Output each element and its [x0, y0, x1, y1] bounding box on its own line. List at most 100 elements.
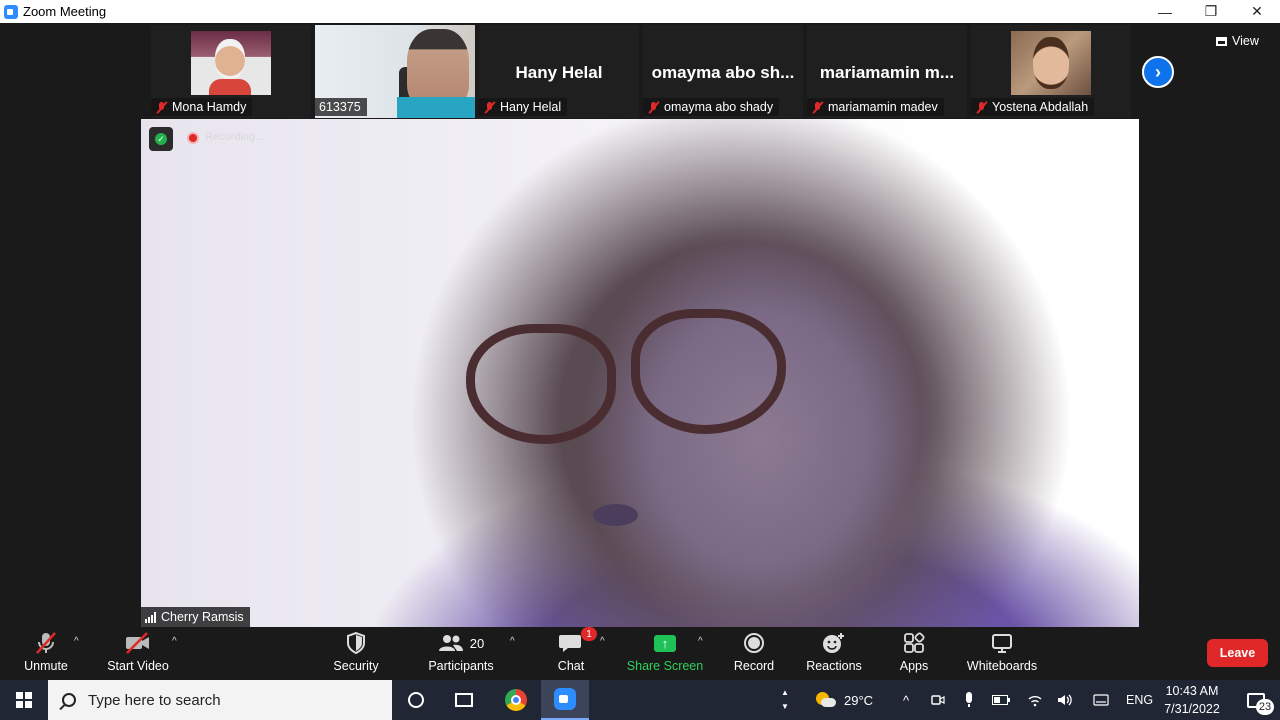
chat-button[interactable]: 1 Chat	[552, 627, 597, 677]
taskbar-clock[interactable]: 10:43 AM 7/31/2022	[1160, 682, 1224, 718]
taskbar-scroll[interactable]: ▲ ▼	[776, 680, 794, 720]
start-button[interactable]	[0, 680, 48, 720]
leave-button[interactable]: Leave	[1207, 639, 1268, 667]
participant-tile[interactable]: 613375	[315, 25, 475, 118]
participant-name: Hany Helal	[500, 100, 562, 114]
participants-label: Participants	[428, 659, 494, 673]
participant-label: mariamamin madev	[807, 98, 944, 116]
minimize-button[interactable]: —	[1142, 0, 1188, 23]
zoom-taskbar-button[interactable]	[541, 680, 589, 720]
language-label: ENG	[1126, 693, 1154, 707]
share-screen-label: Share Screen	[626, 659, 704, 673]
reactions-icon	[822, 631, 846, 655]
share-options-caret[interactable]: ^	[698, 636, 703, 647]
participants-icon: 20	[438, 631, 484, 655]
participant-label: Hany Helal	[479, 98, 568, 116]
show-hidden-icons-button[interactable]: ^	[898, 680, 914, 720]
battery-icon[interactable]	[992, 680, 1010, 720]
mic-muted-icon	[155, 101, 168, 114]
record-icon	[743, 631, 765, 655]
participant-avatar	[1011, 31, 1091, 95]
participant-display-name: mariamamin m...	[819, 63, 955, 82]
input-language-button[interactable]: ENG	[1126, 680, 1153, 720]
microphone-in-use-icon[interactable]	[962, 680, 976, 720]
meeting-area: Mona Hamdy 613375 Hany Helal Hany Helal …	[0, 23, 1280, 627]
window-titlebar: Zoom Meeting — ❐ ✕	[0, 0, 1280, 23]
participant-label: Mona Hamdy	[151, 98, 253, 116]
weather-partly-cloudy-icon	[816, 692, 836, 708]
cortana-button[interactable]	[400, 680, 432, 720]
weather-widget[interactable]: 29°C	[816, 680, 873, 720]
video-speaker-mouth	[593, 504, 638, 526]
share-screen-icon: ↑	[654, 631, 676, 655]
notification-count-badge: 23	[1256, 699, 1274, 715]
record-button[interactable]: Record	[733, 631, 775, 677]
unmute-button[interactable]: Unmute	[18, 631, 74, 677]
chat-options-caret[interactable]: ^	[600, 636, 605, 647]
speaker-label: Cherry Ramsis	[141, 607, 250, 627]
participants-button[interactable]: 20 Participants	[426, 631, 496, 677]
clock-time: 10:43 AM	[1165, 684, 1219, 698]
participant-name: mariamamin madev	[828, 100, 938, 114]
video-off-icon	[124, 631, 152, 655]
restore-button[interactable]: ❐	[1188, 0, 1234, 23]
taskbar-search-box[interactable]: Type here to search	[48, 680, 392, 720]
avatar-face	[1033, 37, 1069, 89]
zoom-app-icon	[4, 4, 18, 19]
microphone-muted-icon	[33, 631, 59, 655]
mic-muted-icon	[483, 101, 496, 114]
participant-display-name: omayma abo sh...	[651, 63, 795, 82]
view-button[interactable]: View	[1216, 32, 1259, 50]
notification-center-button[interactable]: 23	[1236, 680, 1276, 720]
share-screen-button[interactable]: ↑ Share Screen	[626, 631, 704, 677]
speaker-name: Cherry Ramsis	[161, 610, 244, 624]
encryption-shield-icon[interactable]: ✓	[149, 127, 173, 151]
scroll-up-icon[interactable]: ▲	[781, 686, 789, 700]
participants-options-caret[interactable]: ^	[510, 636, 515, 647]
participant-tile[interactable]: mariamamin m... mariamamin madev	[807, 25, 967, 118]
audio-options-caret[interactable]: ^	[74, 636, 79, 647]
window-controls: — ❐ ✕	[1142, 0, 1280, 23]
participant-tile[interactable]: Hany Helal Hany Helal	[479, 25, 639, 118]
participant-tile[interactable]: Mona Hamdy	[151, 25, 311, 118]
avatar-face	[215, 39, 245, 79]
task-view-icon	[455, 693, 473, 707]
task-view-button[interactable]	[448, 680, 480, 720]
reactions-button[interactable]: Reactions	[805, 631, 863, 677]
apps-button[interactable]: Apps	[896, 631, 932, 677]
share-arrow-icon: ↑	[654, 634, 676, 652]
cortana-icon	[408, 692, 424, 708]
video-options-caret[interactable]: ^	[172, 636, 177, 647]
participant-tile[interactable]: omayma abo sh... omayma abo shady	[643, 25, 803, 118]
video-speaker-glasses	[631, 309, 786, 434]
close-button[interactable]: ✕	[1234, 0, 1280, 23]
participant-tile[interactable]: Yostena Abdallah	[971, 25, 1131, 118]
participant-name: 613375	[319, 100, 361, 114]
chevron-right-icon: ›	[1155, 61, 1161, 82]
next-page-button[interactable]: ›	[1142, 56, 1174, 88]
participant-label: Yostena Abdallah	[971, 98, 1095, 116]
participant-name: Yostena Abdallah	[992, 100, 1089, 114]
start-video-button[interactable]: Start Video	[104, 631, 172, 677]
start-video-label: Start Video	[107, 659, 169, 673]
check-icon: ✓	[155, 133, 167, 145]
whiteboards-button[interactable]: Whiteboards	[964, 631, 1040, 677]
volume-icon[interactable]	[1056, 680, 1074, 720]
participant-name: Mona Hamdy	[172, 100, 247, 114]
chrome-icon	[505, 689, 527, 711]
security-label: Security	[333, 659, 379, 673]
zoom-icon	[554, 688, 576, 710]
keyboard-layout-icon[interactable]	[1092, 680, 1110, 720]
wifi-icon[interactable]	[1026, 680, 1044, 720]
scroll-down-icon[interactable]: ▼	[781, 700, 789, 714]
video-speaker-glasses	[466, 324, 616, 444]
security-button[interactable]: Security	[330, 631, 382, 677]
search-icon	[62, 693, 76, 707]
signal-strength-icon	[145, 611, 156, 623]
reactions-label: Reactions	[806, 659, 862, 673]
participant-label: omayma abo shady	[643, 98, 780, 116]
windows-logo-icon	[16, 692, 32, 708]
meet-now-icon[interactable]	[930, 680, 946, 720]
mic-muted-icon	[811, 101, 824, 114]
chrome-taskbar-button[interactable]	[494, 680, 538, 720]
